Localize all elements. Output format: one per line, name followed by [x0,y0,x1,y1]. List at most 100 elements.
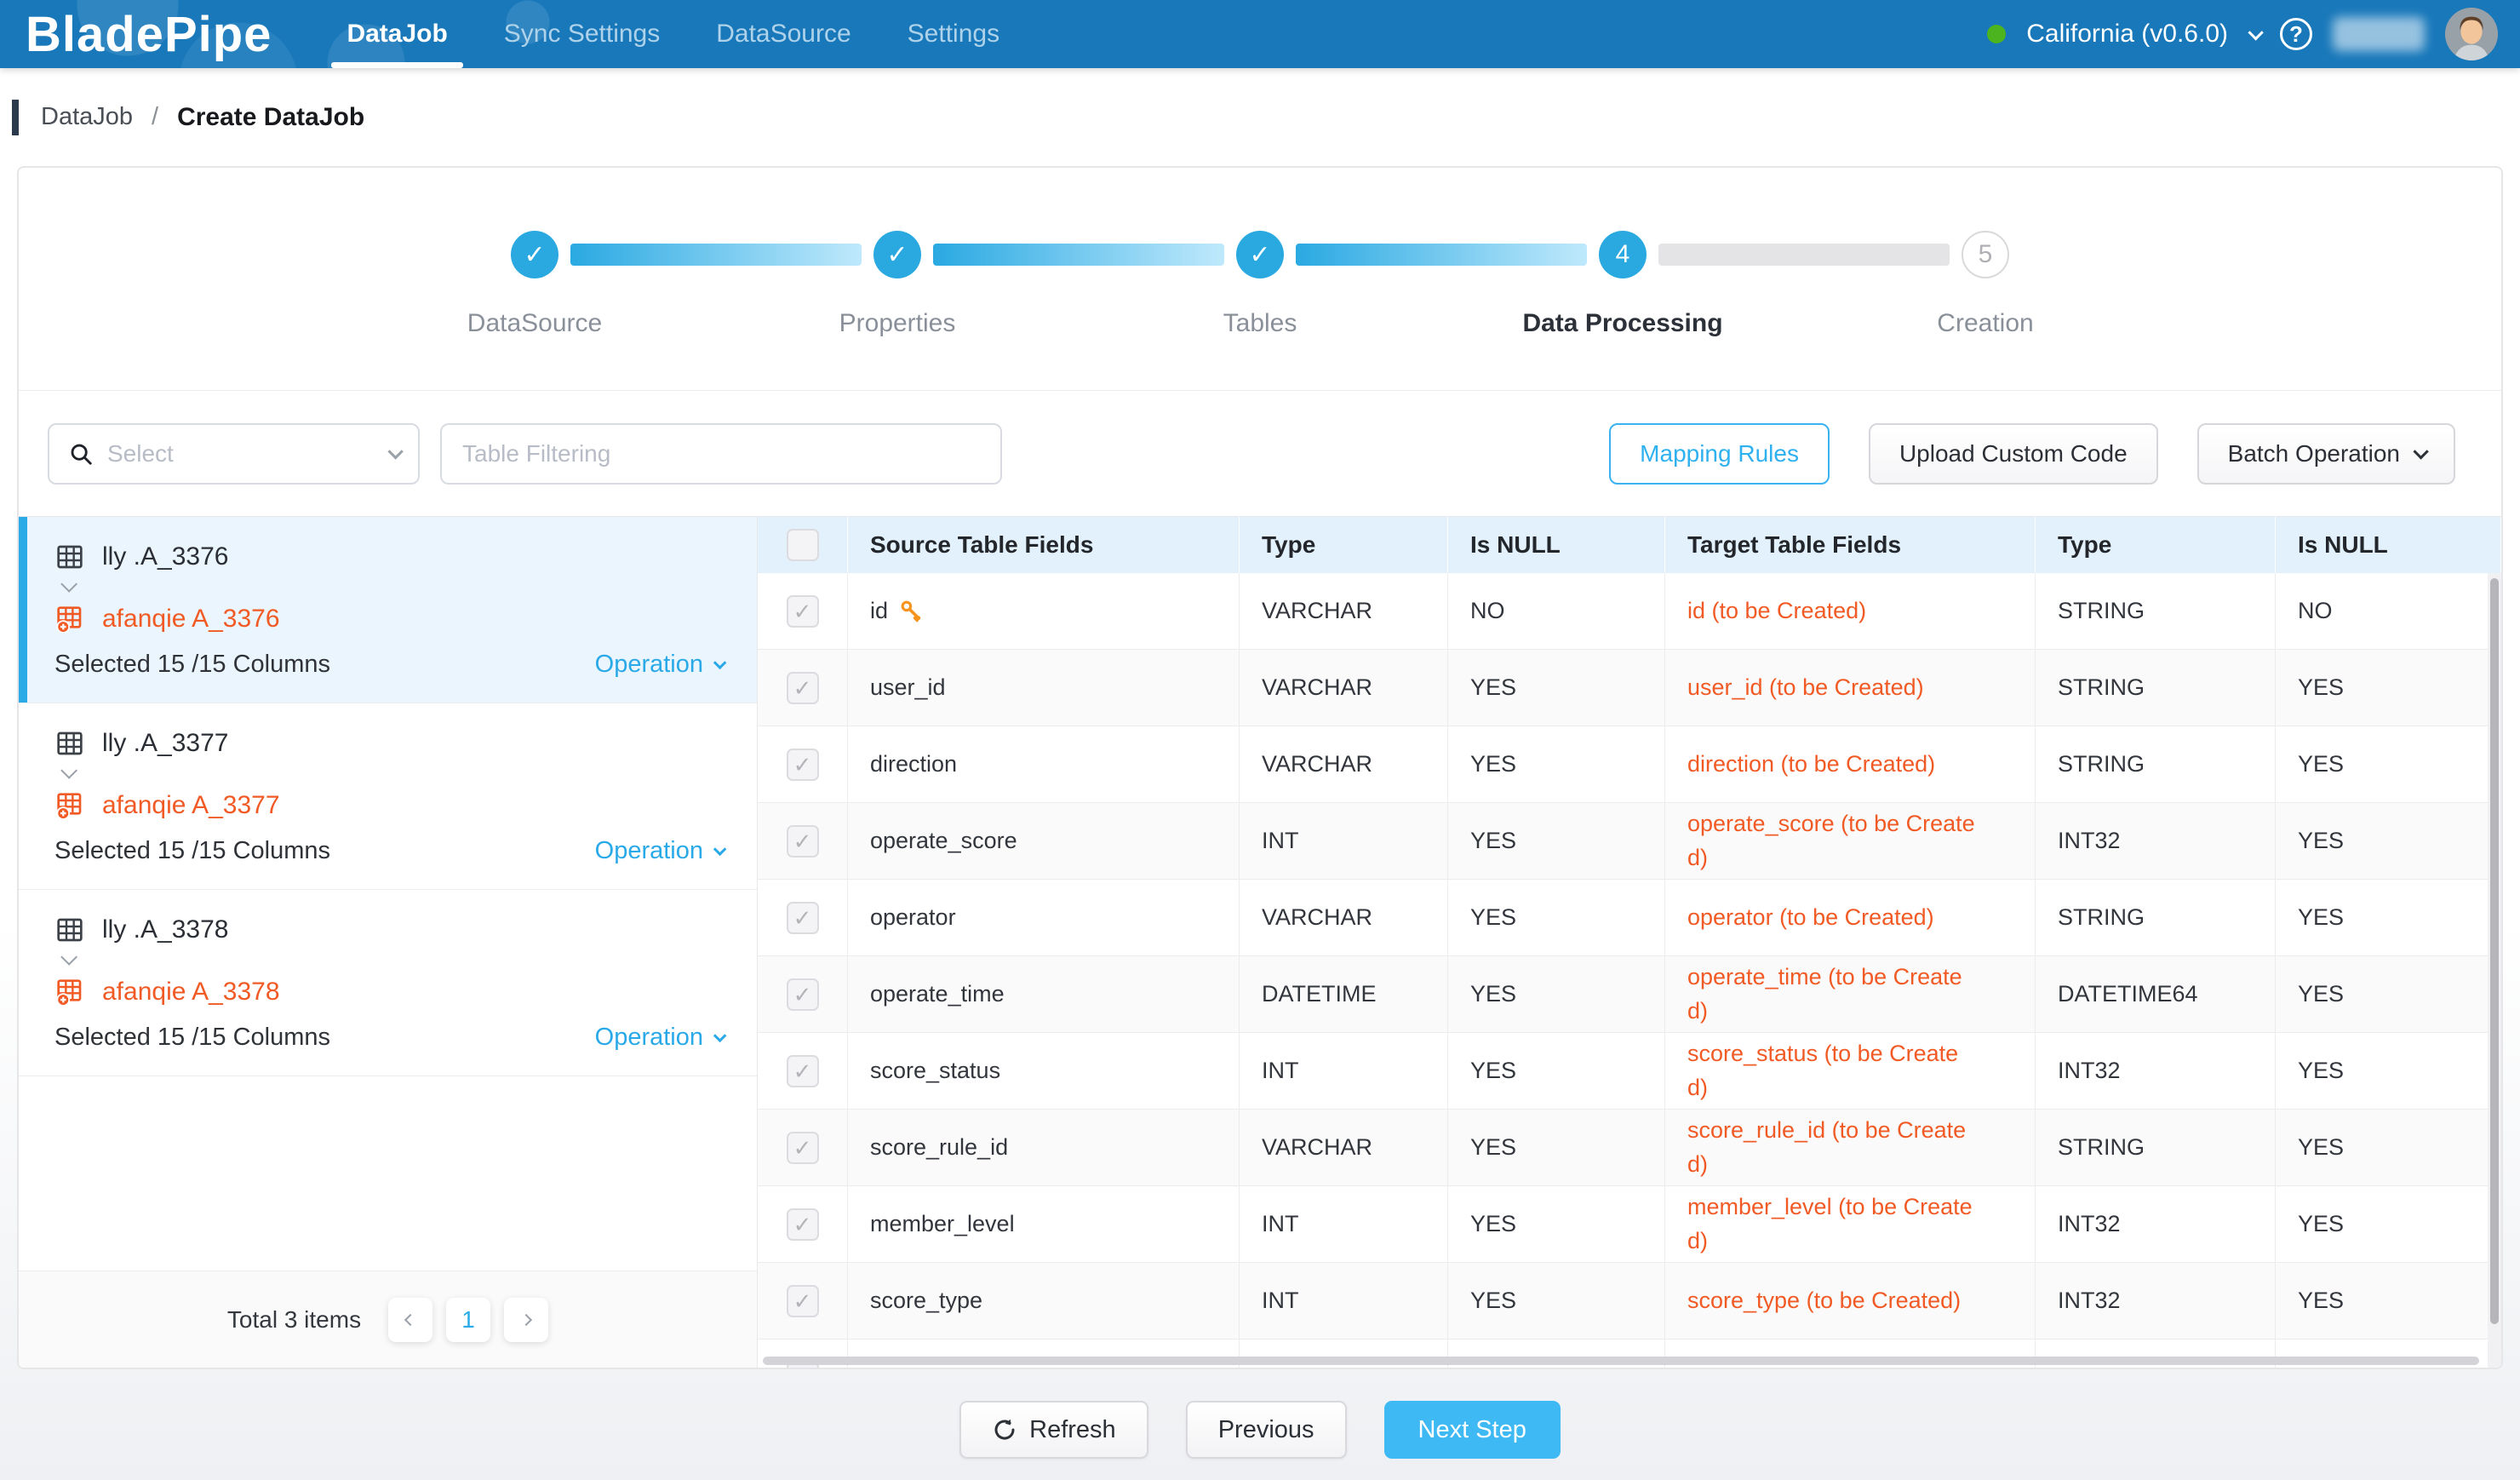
row-checkbox[interactable]: ✓ [787,749,819,781]
source-table-name: lly .A_3377 [102,729,228,758]
header-checkbox-cell [758,517,848,573]
table-pair-item[interactable]: lly .A_3377afanqie A_3377Selected 15 /15… [19,703,757,890]
horizontal-scrollbar-thumb[interactable] [763,1357,2479,1365]
field-row: ✓member_levelINTYESmember_level (to be C… [758,1186,2501,1263]
source-null-cell: YES [1448,726,1665,802]
row-checkbox[interactable]: ✓ [787,978,819,1011]
nav-item-datasource[interactable]: DataSource [716,0,850,68]
environment-selector[interactable]: California (v0.6.0) [2026,20,2228,49]
mapping-rules-button[interactable]: Mapping Rules [1609,423,1830,485]
select-all-checkbox[interactable] [787,529,819,561]
table-filter-input[interactable] [440,423,1002,485]
target-type-cell: STRING [2036,650,2276,726]
check-icon: ✓ [793,677,812,699]
check-icon: ✓ [793,907,812,929]
help-icon[interactable]: ? [2280,18,2312,50]
operation-dropdown[interactable]: Operation [595,1024,723,1052]
field-rows: ✓idVARCHARNOid (to be Created)STRINGNO✓u… [758,573,2501,1368]
username-redacted[interactable] [2333,17,2425,51]
nav-item-datajob[interactable]: DataJob [346,0,447,68]
row-checkbox[interactable]: ✓ [787,1132,819,1164]
target-null-cell: NO [2276,573,2501,649]
table-select-dropdown[interactable]: Select [48,423,420,485]
operation-dropdown[interactable]: Operation [595,837,723,865]
field-row: ✓directionVARCHARYESdirection (to be Cre… [758,726,2501,803]
target-null-cell: YES [2276,803,2501,879]
source-field-cell: member_level [848,1186,1240,1262]
vertical-scrollbar-thumb[interactable] [2490,578,2499,1324]
page-number-button[interactable]: 1 [446,1298,490,1342]
step-connector [933,244,1224,266]
row-checkbox[interactable]: ✓ [787,672,819,704]
mapping-arrow-icon [60,949,77,966]
col-target-fields: Target Table Fields [1665,517,2036,573]
target-field-cell: member_level (to be Created) [1665,1186,2036,1262]
nav-item-sync-settings[interactable]: Sync Settings [504,0,660,68]
step-connector [1658,244,1950,266]
wizard-actions: Refresh Previous Next Step [0,1380,2520,1480]
upload-custom-code-button[interactable]: Upload Custom Code [1869,423,2158,485]
user-area: California (v0.6.0) ? [1987,8,2498,60]
breadcrumb-section[interactable]: DataJob [41,103,133,131]
content-section: lly .A_3376afanqie A_3376Selected 15 /15… [19,517,2501,1368]
row-checkbox[interactable]: ✓ [787,1055,819,1087]
table-pair-item[interactable]: lly .A_3378afanqie A_3378Selected 15 /15… [19,890,757,1076]
refresh-icon [992,1417,1017,1443]
selected-columns-label: Selected 15 /15 Columns [54,651,330,679]
chevron-right-icon [520,1313,532,1325]
source-null-cell: YES [1448,1263,1665,1339]
user-avatar[interactable] [2445,8,2498,60]
target-table-add-icon [54,978,85,1006]
target-null-cell: YES [2276,1110,2501,1185]
chevron-down-icon [713,1030,727,1043]
source-field-cell: operate_score [848,803,1240,879]
source-type-cell: VARCHAR [1240,880,1448,955]
batch-operation-button[interactable]: Batch Operation [2197,423,2455,485]
source-null-cell: YES [1448,880,1665,955]
source-type-cell: INT [1240,1186,1448,1262]
source-type-cell: INT [1240,1033,1448,1109]
target-type-cell: STRING [2036,1110,2276,1185]
vertical-scrollbar-track[interactable] [2488,573,2501,1368]
next-page-button[interactable] [504,1298,548,1342]
operation-dropdown[interactable]: Operation [595,651,723,679]
chevron-down-icon[interactable] [2248,25,2263,40]
target-null-cell: YES [2276,726,2501,802]
nav-item-settings[interactable]: Settings [908,0,999,68]
source-field-cell: operate_time [848,956,1240,1032]
check-icon: ✓ [793,754,812,776]
step-label: Data Processing [1522,309,1722,338]
field-row: ✓score_rule_idVARCHARYESscore_rule_id (t… [758,1110,2501,1186]
row-checkbox[interactable]: ✓ [787,902,819,934]
source-type-cell: INT [1240,1263,1448,1339]
check-icon: ✓ [793,1137,812,1159]
step-label: Properties [839,309,956,338]
chevron-down-icon [2413,444,2428,459]
chevron-down-icon [713,843,727,857]
prev-page-button[interactable] [388,1298,432,1342]
row-checkbox[interactable]: ✓ [787,1285,819,1317]
row-checkbox[interactable]: ✓ [787,825,819,858]
previous-button[interactable]: Previous [1186,1401,1347,1459]
target-field-cell: operate_time (to be Created) [1665,956,2036,1032]
source-table-name: lly .A_3378 [102,915,228,944]
target-type-cell: STRING [2036,573,2276,649]
row-checkbox[interactable]: ✓ [787,595,819,628]
next-step-button[interactable]: Next Step [1384,1401,1561,1459]
step-number-badge: 4 [1599,231,1647,278]
target-field-cell: score_rule_id (to be Created) [1665,1110,2036,1185]
target-type-cell: INT32 [2036,1263,2276,1339]
col-source-null: Is NULL [1448,517,1665,573]
target-table-add-icon [54,605,85,633]
refresh-button[interactable]: Refresh [959,1401,1148,1459]
source-null-cell: NO [1448,573,1665,649]
field-row: ✓score_typeINTYESscore_type (to be Creat… [758,1263,2501,1339]
table-pair-item[interactable]: lly .A_3376afanqie A_3376Selected 15 /15… [19,517,757,703]
row-checkbox[interactable]: ✓ [787,1208,819,1241]
target-null-cell: YES [2276,956,2501,1032]
source-type-cell: INT [1240,803,1448,879]
step-label: DataSource [467,309,602,338]
source-null-cell: YES [1448,1033,1665,1109]
top-nav: DataJob Sync Settings DataSource Settings [346,0,999,68]
select-placeholder: Select [107,440,375,468]
